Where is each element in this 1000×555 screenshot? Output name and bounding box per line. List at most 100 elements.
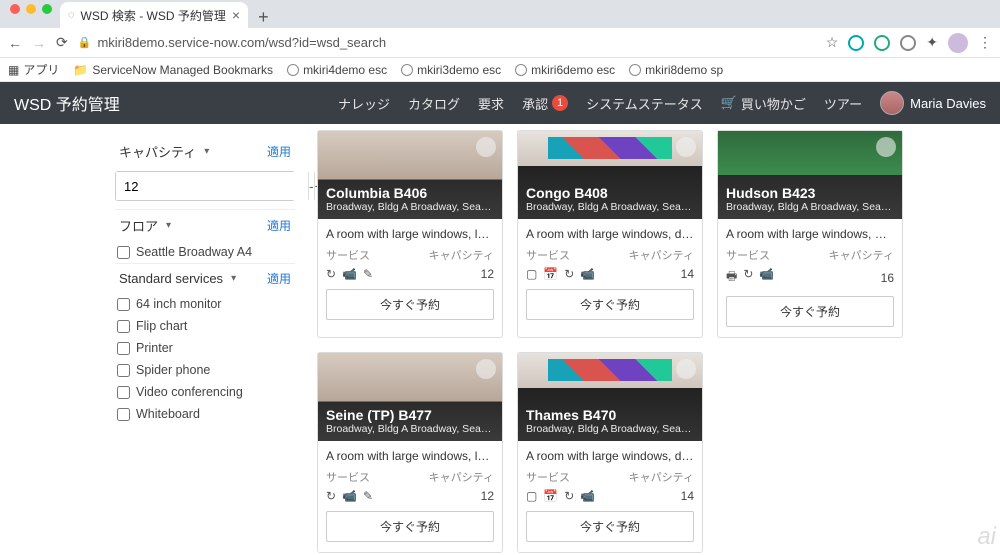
room-card[interactable]: Hudson B423 Broadway, Bldg A Broadway, S… <box>717 130 903 338</box>
bookmark-item[interactable]: mkiri3demo esc <box>401 63 501 77</box>
reserve-button[interactable]: 今すぐ予約 <box>526 289 694 320</box>
favorite-toggle[interactable] <box>476 137 496 157</box>
room-card[interactable]: Columbia B406 Broadway, Bldg A Broadway,… <box>317 130 503 338</box>
service-label: サービス <box>726 247 770 263</box>
service-icon: 📅 <box>543 489 558 503</box>
room-card[interactable]: Seine (TP) B477 Broadway, Bldg A Broadwa… <box>317 352 503 553</box>
room-card[interactable]: Congo B408 Broadway, Bldg A Broadway, Se… <box>517 130 703 338</box>
apps-button[interactable]: ▦ アプリ <box>8 61 59 78</box>
room-image: Columbia B406 Broadway, Bldg A Broadway,… <box>318 131 502 219</box>
service-checkbox[interactable] <box>117 342 130 355</box>
app-header: WSD 予約管理 ナレッジ カタログ 要求 承認1 システムステータス 🛒買い物… <box>0 82 1000 124</box>
room-name: Columbia B406 <box>326 185 494 201</box>
approval-badge: 1 <box>552 95 568 111</box>
extensions-puzzle-icon[interactable]: ✦ <box>926 34 938 51</box>
service-option[interactable]: Flip chart <box>115 315 295 337</box>
service-checkbox[interactable] <box>117 320 130 333</box>
room-card[interactable]: Thames B470 Broadway, Bldg A Broadway, S… <box>517 352 703 553</box>
extension-icon[interactable] <box>900 35 916 51</box>
favorite-toggle[interactable] <box>476 359 496 379</box>
user-menu[interactable]: Maria Davies <box>880 91 986 115</box>
capacity-input[interactable] <box>116 172 308 200</box>
floor-checkbox[interactable] <box>117 246 130 259</box>
capacity-value: 16 <box>881 271 894 285</box>
floor-filter-toggle[interactable]: フロア <box>119 216 171 235</box>
user-name: Maria Davies <box>910 96 986 111</box>
nav-catalog[interactable]: カタログ <box>408 94 460 113</box>
nav-approval[interactable]: 承認1 <box>522 94 568 113</box>
reserve-button[interactable]: 今すぐ予約 <box>326 511 494 542</box>
close-dot[interactable] <box>10 4 20 14</box>
service-icon: ✎ <box>363 267 373 281</box>
extension-icon[interactable] <box>848 35 864 51</box>
maximize-dot[interactable] <box>42 4 52 14</box>
services-filter-toggle[interactable]: Standard services <box>119 271 236 286</box>
nav-knowledge[interactable]: ナレッジ <box>338 94 390 113</box>
new-tab-button[interactable]: + <box>248 7 279 28</box>
floor-apply[interactable]: 適用 <box>267 217 291 234</box>
reserve-button[interactable]: 今すぐ予約 <box>526 511 694 542</box>
nav-cart[interactable]: 🛒買い物かご <box>721 94 806 113</box>
service-option-label: Spider phone <box>136 363 210 377</box>
service-option-label: Whiteboard <box>136 407 200 421</box>
service-option-label: Video conferencing <box>136 385 243 399</box>
reserve-button[interactable]: 今すぐ予約 <box>726 296 894 327</box>
favorite-toggle[interactable] <box>676 137 696 157</box>
service-checkbox[interactable] <box>117 386 130 399</box>
floor-option[interactable]: Seattle Broadway A4 <box>115 241 295 263</box>
minimize-dot[interactable] <box>26 4 36 14</box>
service-icon: 📹 <box>580 267 595 281</box>
address-bar[interactable]: 🔒 mkiri8demo.service-now.com/wsd?id=wsd_… <box>78 35 816 50</box>
nav-tour[interactable]: ツアー <box>824 94 862 113</box>
service-icon: 📹 <box>342 489 357 503</box>
service-icon: 📅 <box>543 267 558 281</box>
capacity-filter-toggle[interactable]: キャパシティ <box>119 142 209 161</box>
service-option[interactable]: Video conferencing <box>115 381 295 403</box>
service-icon: 🖶 <box>726 267 737 288</box>
tab-title: WSD 検索 - WSD 予約管理 <box>81 7 226 24</box>
service-icon: ↻ <box>564 489 574 503</box>
bookmark-item[interactable]: mkiri8demo sp <box>629 63 723 77</box>
capacity-label: キャパシティ <box>429 247 494 263</box>
room-image: Seine (TP) B477 Broadway, Bldg A Broadwa… <box>318 353 502 441</box>
service-icons: ▢📅↻📹 <box>526 267 595 281</box>
favorite-toggle[interactable] <box>676 359 696 379</box>
service-label: サービス <box>326 247 370 263</box>
service-option[interactable]: Whiteboard <box>115 403 295 425</box>
nav-request[interactable]: 要求 <box>478 94 504 113</box>
extension-icon[interactable] <box>874 35 890 51</box>
favorite-toggle[interactable] <box>876 137 896 157</box>
capacity-value: 12 <box>481 489 494 503</box>
back-button[interactable]: ← <box>8 35 22 51</box>
service-option[interactable]: Spider phone <box>115 359 295 381</box>
forward-button[interactable]: → <box>32 35 46 51</box>
bookmark-item[interactable]: mkiri4demo esc <box>287 63 387 77</box>
service-checkbox[interactable] <box>117 364 130 377</box>
service-option[interactable]: 64 inch monitor <box>115 293 295 315</box>
browser-menu[interactable]: ⋮ <box>978 34 992 51</box>
bookmark-item[interactable]: mkiri6demo esc <box>515 63 615 77</box>
room-name: Thames B470 <box>526 407 694 423</box>
macos-window-controls <box>0 0 60 14</box>
service-icons: ↻📹✎ <box>326 489 373 503</box>
service-option[interactable]: Printer <box>115 337 295 359</box>
capacity-value: 12 <box>481 267 494 281</box>
tab-favicon: ◌ <box>68 9 75 21</box>
services-apply[interactable]: 適用 <box>267 270 291 287</box>
nav-system-status[interactable]: システムステータス <box>586 94 703 113</box>
profile-avatar[interactable] <box>948 33 968 53</box>
bookmark-item[interactable]: 📁 ServiceNow Managed Bookmarks <box>73 63 273 77</box>
service-checkbox[interactable] <box>117 408 130 421</box>
bookmarks-bar: ▦ アプリ 📁 ServiceNow Managed Bookmarks mki… <box>0 58 1000 82</box>
reload-button[interactable]: ⟳ <box>56 34 68 51</box>
service-checkbox[interactable] <box>117 298 130 311</box>
close-tab-button[interactable]: × <box>232 7 240 23</box>
browser-tab[interactable]: ◌ WSD 検索 - WSD 予約管理 × <box>60 2 248 28</box>
globe-icon <box>401 64 413 76</box>
service-option-label: Flip chart <box>136 319 187 333</box>
reserve-button[interactable]: 今すぐ予約 <box>326 289 494 320</box>
bookmark-star[interactable]: ☆ <box>826 34 839 51</box>
capacity-apply[interactable]: 適用 <box>267 143 291 160</box>
service-icon: ✎ <box>363 489 373 503</box>
service-icon: 📹 <box>580 489 595 503</box>
